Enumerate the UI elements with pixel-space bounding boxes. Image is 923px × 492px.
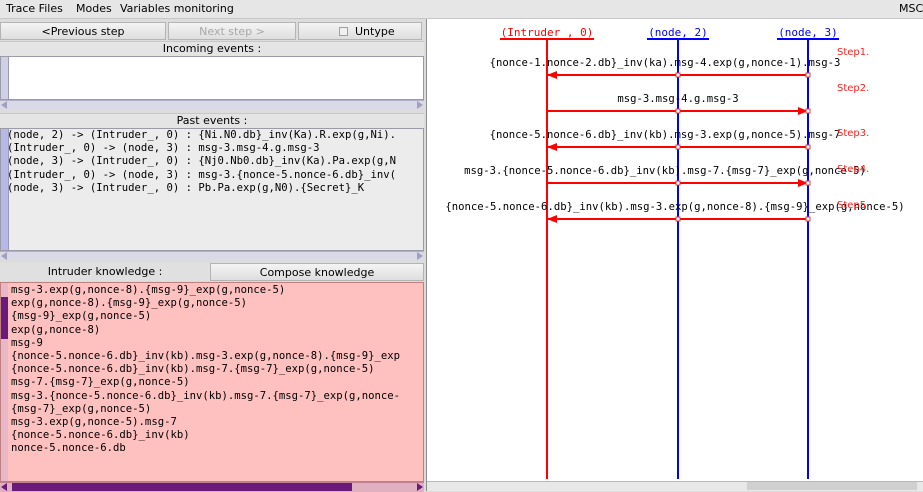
knowledge-text: msg-3.exp(g,nonce-8).{msg-9}_exp(g,nonce… [11,284,400,456]
step-label: Step1. [837,47,869,58]
incoming-events-list[interactable] [0,56,424,100]
menu-modes[interactable]: Modes [76,2,112,15]
step-label: Step4. [837,164,869,175]
lifeline-label: (node, 2) [648,26,708,39]
lifeline-marker [805,72,811,78]
untype-label: Untype [355,25,395,38]
left-pane: <Previous step Next step > Untype Incomi… [0,19,424,492]
lifeline-marker [675,108,681,114]
lifeline-marker [805,108,811,114]
knowledge-row[interactable]: {msg-7}_exp(g,nonce-5) [11,403,400,416]
knowledge-row[interactable]: msg-9 [11,337,400,350]
scroll-right-icon[interactable] [417,101,423,109]
scroll-left-icon[interactable] [1,483,7,491]
knowledge-row[interactable]: {nonce-5.nonce-6.db}_inv(kb).msg-7.{msg-… [11,363,400,376]
incoming-vscroll[interactable] [1,57,9,99]
msc-hscroll[interactable] [427,481,923,491]
arrowhead-icon [547,215,557,223]
incoming-events-header: Incoming events : [0,41,424,57]
past-event-row[interactable]: (Intruder_, 0) -> (node, 3) : msg-3.msg-… [7,142,396,155]
scroll-right-icon[interactable] [417,252,423,260]
lifeline-marker [675,72,681,78]
menu-bar: Trace Files Modes Variables monitoring M… [0,0,923,19]
msc-hscroll-thumb[interactable] [747,482,917,490]
tab-intruder-knowledge[interactable]: Intruder knowledge : [0,263,210,281]
tab-compose-knowledge[interactable]: Compose knowledge [210,263,424,281]
msc-diagram[interactable]: (Intruder_, 0) (node, 2) (node, 3) {nonce-1… [427,19,923,481]
knowledge-vscroll[interactable] [1,283,8,481]
knowledge-row[interactable]: msg-3.exp(g,nonce-5).msg-7 [11,416,400,429]
past-events-list[interactable]: (node, 2) -> (Intruder_, 0) : {Ni.N0.db}… [0,128,424,251]
step-label: Step2. [837,83,869,94]
lifeline-marker [805,216,811,222]
message-label: {nonce-5.nonce-6.db}_inv(kb).msg-3.exp(g… [445,201,904,213]
arrowhead-icon [547,71,557,79]
step-label: Step5. [837,200,869,211]
msc-pane: (Intruder_, 0) (node, 2) (node, 3) {nonce-1… [426,19,923,491]
next-step-button[interactable]: Next step > [168,22,296,40]
knowledge-row[interactable]: {nonce-5.nonce-6.db}_inv(kb).msg-3.exp(g… [11,350,400,363]
knowledge-vscroll-thumb[interactable] [1,297,8,339]
intruder-knowledge-list[interactable]: msg-3.exp(g,nonce-8).{msg-9}_exp(g,nonce… [0,282,424,482]
arrowhead-icon [547,143,557,151]
scroll-right-icon[interactable] [417,483,423,491]
previous-step-button[interactable]: <Previous step [0,22,166,40]
untype-checkbox[interactable] [339,27,348,36]
message-label: msg-3.{nonce-5.nonce-6.db}_inv(kb).msg-7… [464,165,866,177]
knowledge-row[interactable]: msg-3.{nonce-5.nonce-6.db}_inv(kb).msg-7… [11,390,400,403]
knowledge-row[interactable]: nonce-5.nonce-6.db [11,442,400,455]
past-event-row[interactable]: (node, 2) -> (Intruder_, 0) : {Ni.N0.db}… [7,129,396,142]
scroll-left-icon[interactable] [1,252,7,260]
lifeline-marker [675,180,681,186]
past-event-row[interactable]: (node, 3) -> (Intruder_, 0) : {Nj0.Nb0.d… [7,155,396,168]
knowledge-hscroll-thumb[interactable] [12,483,352,491]
incoming-hscroll[interactable] [0,100,424,109]
lifeline-marker [805,144,811,150]
lifeline-marker [675,216,681,222]
untype-toggle[interactable]: Untype [298,22,422,40]
scroll-left-icon[interactable] [1,101,7,109]
lifeline-label: (node, 3) [778,26,838,39]
menu-trace-files[interactable]: Trace Files [6,2,63,15]
knowledge-row[interactable]: {msg-9}_exp(g,nonce-5) [11,310,400,323]
step-label: Step3. [837,128,869,139]
knowledge-row[interactable]: {nonce-5.nonce-6.db}_inv(kb) [11,429,400,442]
knowledge-row[interactable]: exp(g,nonce-8).{msg-9}_exp(g,nonce-5) [11,297,400,310]
past-events-text: (node, 2) -> (Intruder_, 0) : {Ni.N0.db}… [7,129,396,195]
knowledge-row[interactable]: msg-3.exp(g,nonce-8).{msg-9}_exp(g,nonce… [11,284,400,297]
message-label: {nonce-1.nonce-2.db}_inv(ka).msg-4.exp(g… [490,57,841,69]
menu-msc[interactable]: MSC [899,2,923,15]
lifeline-marker [675,144,681,150]
past-event-row[interactable]: (node, 3) -> (Intruder_, 0) : Pb.Pa.exp(… [7,182,396,195]
lifeline-marker [805,180,811,186]
lifeline-label: (Intruder_, 0) [501,26,594,39]
message-label: {nonce-5.nonce-6.db}_inv(kb).msg-3.exp(g… [490,129,841,141]
knowledge-row[interactable]: exp(g,nonce-8) [11,324,400,337]
past-event-row[interactable]: (Intruder_, 0) -> (node, 3) : msg-3.{non… [7,169,396,182]
menu-variables-monitoring[interactable]: Variables monitoring [120,2,234,15]
past-hscroll[interactable] [0,251,424,260]
knowledge-row[interactable]: msg-7.{msg-7}_exp(g,nonce-5) [11,376,400,389]
message-label: msg-3.msg-4.g.msg-3 [617,93,738,105]
past-events-header: Past events : [0,113,424,129]
